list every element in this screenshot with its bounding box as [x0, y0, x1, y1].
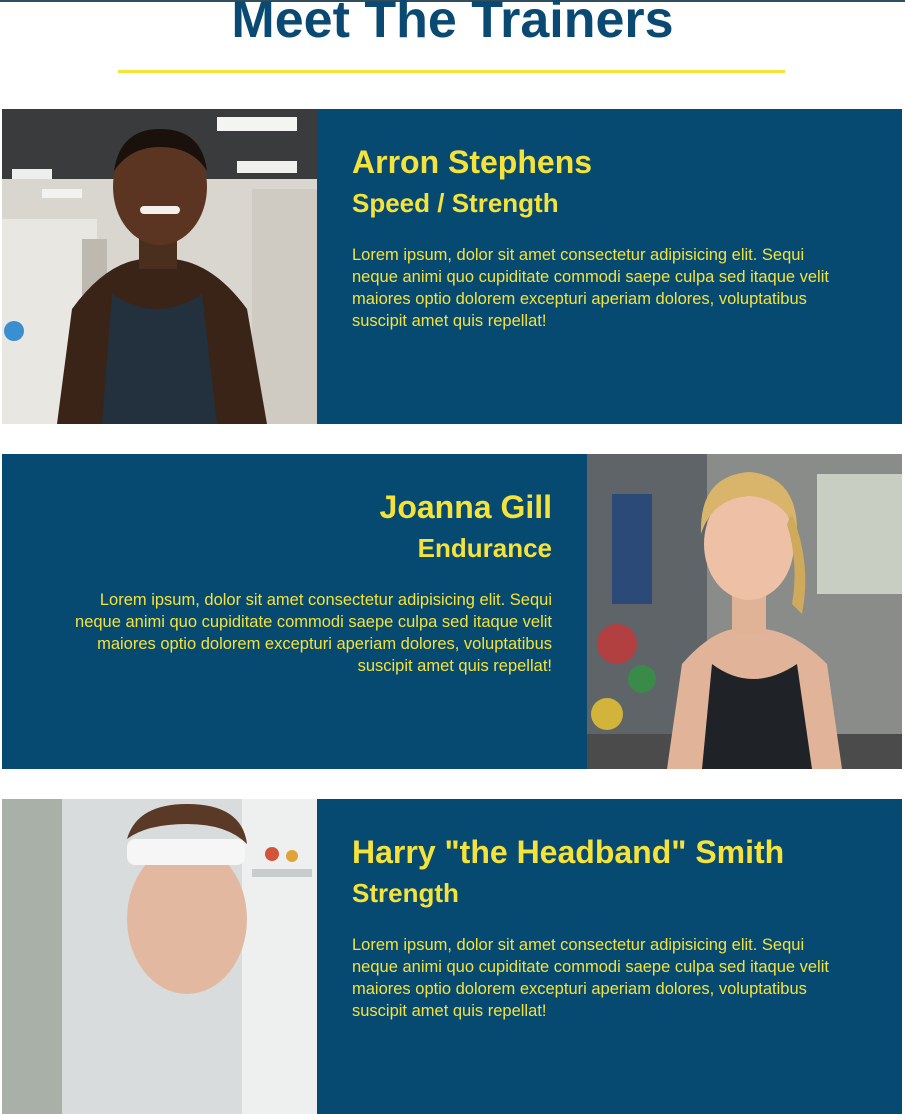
trainer-specialty: Endurance — [417, 533, 552, 563]
trainer-specialty: Strength — [352, 878, 459, 908]
page-title: Meet The Trainers — [231, 0, 674, 49]
trainer-name: Joanna Gill — [379, 489, 552, 525]
trainer-card-arron: Arron Stephens Speed / Strength Lorem ip… — [2, 109, 902, 424]
trainer-bio: Lorem ipsum, dolor sit amet consectetur … — [352, 936, 829, 1020]
trainer-bio: Lorem ipsum, dolor sit amet consectetur … — [75, 591, 552, 675]
trainer-name: Arron Stephens — [352, 144, 593, 180]
trainer-photo-arron — [2, 109, 317, 424]
trainer-name: Harry "the Headband" Smith — [352, 834, 785, 870]
trainer-photo-harry — [2, 799, 317, 1114]
title-underline — [118, 70, 785, 73]
trainer-specialty: Speed / Strength — [352, 188, 559, 218]
trainer-photo-joanna — [587, 454, 902, 769]
trainer-card-harry: Harry "the Headband" Smith Strength Lore… — [2, 799, 902, 1114]
trainer-bio: Lorem ipsum, dolor sit amet consectetur … — [352, 246, 829, 330]
trainer-card-joanna: Joanna Gill Endurance Lorem ipsum, dolor… — [2, 454, 902, 769]
